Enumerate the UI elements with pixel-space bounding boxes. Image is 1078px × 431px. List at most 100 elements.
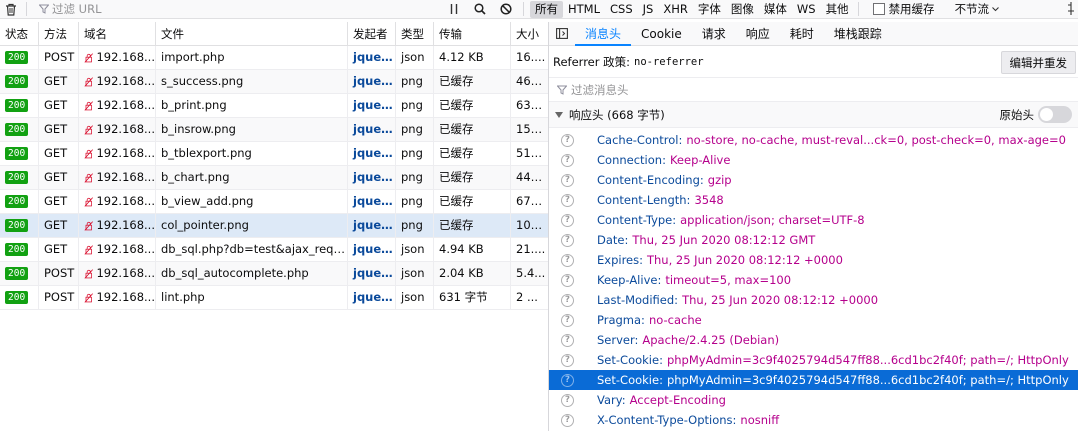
header-row[interactable]: ? Pragma: no-cache (549, 310, 1078, 330)
table-row[interactable]: 200 GET 192.168... s_success.png jquer... png… (0, 70, 548, 94)
table-row[interactable]: 200 POST 192.168... db_sql_autocomplete.php… (0, 262, 548, 286)
column-header-file[interactable]: 文件 (156, 22, 348, 46)
help-icon[interactable]: ? (561, 253, 574, 267)
tab-headers[interactable]: 消息头 (575, 22, 632, 46)
block-button[interactable] (493, 0, 519, 19)
column-header-status[interactable]: 状态 (0, 22, 39, 46)
help-icon[interactable]: ? (561, 173, 574, 187)
help-icon[interactable]: ? (561, 213, 574, 227)
disable-cache-checkbox[interactable] (872, 3, 885, 15)
header-row[interactable]: ? Keep-Alive: timeout=5, max=100 (549, 270, 1078, 290)
initiator-link[interactable]: jquer... (348, 238, 396, 261)
domain-cell: 192.168... (79, 262, 156, 285)
edit-and-resend-button[interactable]: 编辑并重发 (1000, 51, 1076, 74)
help-icon[interactable]: ? (561, 393, 574, 407)
status-cell: 200 (0, 142, 39, 165)
headers-filter-input[interactable]: 过滤消息头 (549, 78, 1078, 102)
help-icon[interactable]: ? (561, 333, 574, 347)
domain-text: 192.168... (96, 146, 155, 160)
header-value: phpMyAdmin=3c9f4025794d547ff88...6cd1bc2… (666, 373, 1069, 387)
help-icon[interactable]: ? (561, 353, 574, 367)
initiator-link[interactable]: jquer... (348, 286, 396, 309)
table-row[interactable]: 200 POST 192.168... lint.php jquer... json 631… (0, 286, 548, 310)
header-row[interactable]: ? Vary: Accept-Encoding (549, 390, 1078, 410)
column-header-transferred[interactable]: 传输 (434, 22, 511, 46)
initiator-link[interactable]: jquer... (348, 70, 396, 93)
type-filter-media[interactable]: 媒体 (759, 1, 792, 18)
initiator-link[interactable]: jquer... (348, 166, 396, 189)
help-icon[interactable]: ? (561, 373, 574, 387)
disable-cache-toggle[interactable]: 禁用缓存 (872, 1, 935, 17)
raw-headers-switch[interactable] (1038, 106, 1072, 123)
type-filter-images[interactable]: 图像 (726, 1, 759, 18)
help-icon[interactable]: ? (561, 293, 574, 307)
table-row[interactable]: 200 GET 192.168... b_print.png jquer... png 已缓… (0, 94, 548, 118)
initiator-link[interactable]: jquer... (348, 142, 396, 165)
column-header-domain[interactable]: 域名 (79, 22, 156, 46)
initiator-link[interactable]: jquer... (348, 214, 396, 237)
initiator-link[interactable]: jquer... (348, 94, 396, 117)
type-filter-js[interactable]: JS (638, 1, 659, 18)
search-button[interactable] (467, 0, 493, 19)
table-row[interactable]: 200 GET 192.168... col_pointer.png jquer... p… (0, 214, 548, 238)
status-badge: 200 (5, 291, 29, 304)
help-icon[interactable]: ? (561, 273, 574, 287)
header-row[interactable]: ? Connection: Keep-Alive (549, 150, 1078, 170)
tab-response[interactable]: 响应 (736, 22, 780, 46)
response-headers-section-toggle[interactable]: 响应头 (668 字节) 原始头 (549, 102, 1078, 128)
help-icon[interactable]: ? (561, 153, 574, 167)
column-header-type[interactable]: 类型 (396, 22, 434, 46)
raw-headers-toggle[interactable]: 原始头 (1000, 106, 1072, 123)
tab-request[interactable]: 请求 (692, 22, 736, 46)
tab-cookies[interactable]: Cookie (631, 22, 692, 46)
help-icon[interactable]: ? (561, 233, 574, 247)
header-row[interactable]: ? Set-Cookie: phpMyAdmin=3c9f4025794d547ff… (549, 370, 1078, 390)
table-row[interactable]: 200 GET 192.168... b_tblexport.png jquer... p… (0, 142, 548, 166)
type-filter-other[interactable]: 其他 (821, 1, 854, 18)
column-header-size[interactable]: 大小 (511, 22, 548, 46)
table-row[interactable]: 200 GET 192.168... b_chart.png jquer... png 已缓… (0, 166, 548, 190)
tab-timings[interactable]: 耗时 (780, 22, 824, 46)
header-row[interactable]: ? Last-Modified: Thu, 25 Jun 2020 08:12:12… (549, 290, 1078, 310)
help-icon[interactable]: ? (561, 193, 574, 207)
size-cell: 16.... (516, 50, 546, 64)
table-row[interactable]: 200 GET 192.168... b_insrow.png jquer... png 已… (0, 118, 548, 142)
help-icon[interactable]: ? (561, 133, 574, 147)
header-row[interactable]: ? Content-Type: application/json; charset=… (549, 210, 1078, 230)
column-header-initiator[interactable]: 发起者 (348, 22, 396, 46)
header-row[interactable]: ? Set-Cookie: phpMyAdmin=3c9f4025794d547ff… (549, 350, 1078, 370)
header-row[interactable]: ? Content-Encoding: gzip (549, 170, 1078, 190)
clear-requests-button[interactable] (0, 0, 22, 19)
help-icon[interactable]: ? (561, 413, 574, 427)
type-filter-xhr[interactable]: XHR (658, 1, 693, 18)
header-row[interactable]: ? Expires: Thu, 25 Jun 2020 08:12:12 +0000 (549, 250, 1078, 270)
status-cell: 200 (0, 286, 39, 309)
header-row[interactable]: ? X-Content-Type-Options: nosniff (549, 410, 1078, 430)
toggle-sidebar-button[interactable] (549, 22, 575, 46)
toolbar-overflow-button[interactable] (1067, 2, 1075, 18)
initiator-link[interactable]: jquer... (348, 262, 396, 285)
table-row[interactable]: 200 GET 192.168... b_view_add.png jquer... pn… (0, 190, 548, 214)
header-row[interactable]: ? Server: Apache/2.4.25 (Debian) (549, 330, 1078, 350)
type-filter-html[interactable]: HTML (563, 1, 605, 18)
table-row[interactable]: 200 POST 192.168... import.php jquer... json 4… (0, 46, 548, 70)
column-header-method[interactable]: 方法 (39, 22, 79, 46)
initiator-link[interactable]: jquer... (348, 190, 396, 213)
header-row[interactable]: ? Content-Length: 3548 (549, 190, 1078, 210)
pause-button[interactable] (441, 0, 467, 19)
type-filter-fonts[interactable]: 字体 (693, 1, 726, 18)
type-filter-all[interactable]: 所有 (530, 0, 563, 18)
tab-stack-trace[interactable]: 堆栈跟踪 (824, 22, 892, 46)
throttle-select[interactable]: 不节流 (955, 1, 1000, 17)
method-cell: GET (39, 214, 79, 237)
type-filter-ws[interactable]: WS (792, 1, 821, 18)
header-row[interactable]: ? Cache-Control: no-store, no-cache, must-… (549, 130, 1078, 150)
type-filter-css[interactable]: CSS (605, 1, 638, 18)
header-value: 3548 (694, 193, 724, 207)
url-filter-input[interactable]: 过滤 URL (31, 1, 441, 17)
help-icon[interactable]: ? (561, 313, 574, 327)
initiator-link[interactable]: jquer... (348, 118, 396, 141)
initiator-link[interactable]: jquer... (348, 46, 396, 69)
table-row[interactable]: 200 GET 192.168... db_sql.php?db=test&ajax_… (0, 238, 548, 262)
header-row[interactable]: ? Date: Thu, 25 Jun 2020 08:12:12 GMT (549, 230, 1078, 250)
